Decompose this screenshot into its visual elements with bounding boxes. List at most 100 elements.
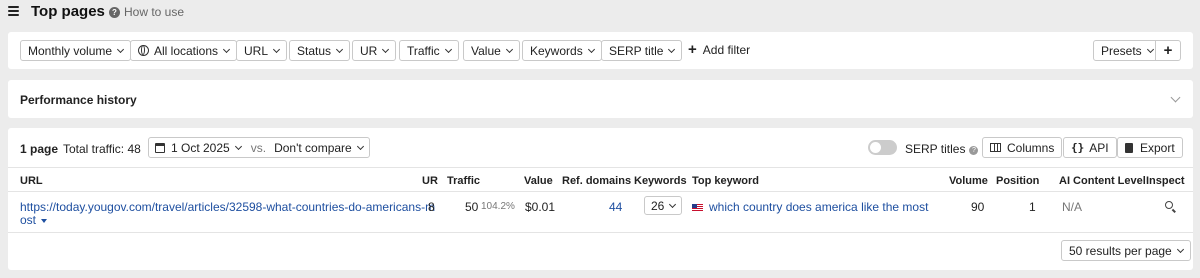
traffic-filter[interactable]: Traffic (399, 40, 459, 61)
location-filter[interactable]: All locations (130, 40, 238, 61)
column-header-top-keyword[interactable]: Top keyword (692, 175, 759, 187)
columns-button[interactable]: Columns (982, 137, 1063, 158)
row-url-line1[interactable]: https://today.yougov.com/travel/articles… (20, 200, 435, 214)
chevron-down-icon (505, 45, 513, 53)
divider (8, 191, 1193, 192)
row-position: 1 (1029, 200, 1036, 214)
row-traffic: 50 (465, 200, 479, 214)
status-filter[interactable]: Status (289, 40, 351, 61)
serp-titles-toggle[interactable] (868, 140, 897, 155)
serp-titles-text: SERP titles (905, 142, 966, 156)
date-compare-selector[interactable]: 1 Oct 2025 vs. Don't compare (148, 137, 370, 158)
presets-label: Presets (1101, 43, 1142, 58)
filter-label: Traffic (407, 43, 440, 58)
chevron-down-icon (222, 45, 231, 53)
code-braces-icon: {} (1071, 141, 1085, 154)
how-to-use-link[interactable]: ? How to use (109, 5, 184, 19)
results-panel: 1 page Total traffic: 48 1 Oct 2025 vs. … (8, 128, 1193, 270)
vs-label: vs. (250, 140, 267, 155)
filter-label: Value (471, 43, 501, 58)
filter-label: SERP title (609, 43, 664, 58)
total-traffic: Total traffic: 48 (63, 142, 141, 156)
filter-label: All locations (154, 43, 219, 58)
row-ai-content-level: N/A (1062, 200, 1083, 214)
column-header-inspect: Inspect (1146, 175, 1185, 187)
column-header-position[interactable]: Position (996, 175, 1039, 187)
api-label: API (1089, 140, 1109, 155)
value-filter[interactable]: Value (463, 40, 520, 61)
help-icon: ? (969, 146, 979, 155)
row-url-line2: ost (20, 213, 37, 227)
keywords-filter[interactable]: Keywords (522, 40, 602, 61)
page-title: Top pages (31, 3, 105, 20)
column-header-ai-content-level[interactable]: AI Content Level (1059, 175, 1146, 187)
filter-bar: Monthly volume All locations URL Status … (8, 32, 1193, 69)
chevron-down-icon (1146, 45, 1154, 53)
performance-history-section[interactable]: Performance history (8, 80, 1193, 118)
chevron-down-icon (356, 142, 364, 150)
chevron-down-icon (234, 142, 242, 150)
presets-button[interactable]: Presets (1093, 40, 1161, 61)
add-filter-label: Add filter (702, 42, 751, 57)
how-to-use-label: How to use (124, 5, 185, 19)
chevron-down-icon (335, 45, 344, 53)
filter-label: Status (297, 43, 332, 58)
filter-label: UR (360, 43, 378, 58)
row-top-keyword-text: which country does america like the most (709, 200, 929, 214)
monthly-volume-filter[interactable]: Monthly volume (20, 40, 132, 61)
performance-history-title: Performance history (20, 93, 137, 107)
row-url-link[interactable]: ost (20, 213, 48, 227)
page-header: Top pages ? How to use (0, 0, 1200, 26)
column-header-url[interactable]: URL (20, 175, 43, 187)
column-header-traffic[interactable]: Traffic (447, 175, 480, 187)
chevron-down-icon (117, 45, 125, 53)
column-header-keywords[interactable]: Keywords (634, 175, 687, 187)
chevron-down-icon (272, 45, 281, 53)
divider (8, 167, 1193, 168)
row-keywords-count: 26 (651, 198, 665, 213)
export-button[interactable]: Export (1117, 137, 1183, 158)
column-header-ur[interactable]: UR (422, 175, 438, 187)
plus-icon: + (688, 41, 697, 58)
chevron-down-icon (587, 45, 595, 53)
row-ref-domains[interactable]: 44 (609, 200, 622, 214)
help-icon: ? (109, 6, 120, 18)
calendar-icon (155, 142, 165, 153)
chevron-down-icon (669, 200, 677, 208)
compare-label: Don't compare (274, 140, 352, 155)
serp-titles-label: SERP titles? (905, 142, 979, 156)
chevron-down-icon[interactable] (1170, 92, 1181, 103)
add-preset-button[interactable]: + (1155, 40, 1181, 61)
export-file-icon (1125, 142, 1133, 153)
row-traffic-change: 104.2% (481, 201, 515, 212)
page-count: 1 page (20, 142, 59, 156)
row-top-keyword[interactable]: which country does america like the most (692, 200, 928, 214)
filter-label: Keywords (530, 43, 583, 58)
column-header-ref-domains[interactable]: Ref. domains (562, 175, 631, 187)
add-filter-button[interactable]: + Add filter (688, 42, 750, 57)
chevron-down-icon (382, 45, 390, 53)
row-volume: 90 (971, 200, 985, 214)
ur-filter[interactable]: UR (352, 40, 397, 61)
export-label: Export (1140, 140, 1175, 155)
columns-label: Columns (1007, 140, 1055, 155)
results-per-page-select[interactable]: 50 results per page (1061, 240, 1191, 261)
column-header-value[interactable]: Value (524, 175, 553, 187)
divider (8, 232, 1193, 233)
filter-label: Monthly volume (28, 43, 113, 58)
row-keywords-dropdown[interactable]: 26 (644, 196, 683, 215)
serp-title-filter[interactable]: SERP title (601, 40, 683, 61)
menu-icon[interactable] (8, 6, 19, 16)
inspect-icon[interactable] (1165, 201, 1173, 209)
toggle-knob (870, 142, 881, 153)
plus-icon: + (1163, 42, 1173, 59)
globe-icon (138, 45, 149, 56)
api-button[interactable]: {} API (1063, 137, 1117, 158)
chevron-down-icon (444, 45, 452, 53)
column-header-volume[interactable]: Volume (949, 175, 988, 187)
chevron-down-icon (1176, 245, 1184, 253)
row-value: $0.01 (525, 200, 556, 214)
caret-down-icon[interactable] (41, 219, 48, 223)
url-filter[interactable]: URL (236, 40, 288, 61)
chevron-down-icon (668, 45, 676, 53)
